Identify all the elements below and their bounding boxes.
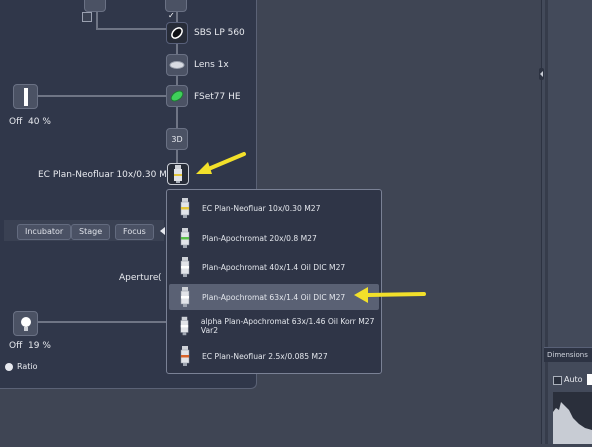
ratio-toggle-icon[interactable] <box>5 363 13 371</box>
filter-set-button[interactable] <box>166 85 188 107</box>
objective-icon <box>180 346 190 366</box>
lamp-icon <box>20 316 31 331</box>
histogram-graph <box>553 402 592 444</box>
objective-menu-item[interactable]: alpha Plan-Apochromat 63x/1.46 Oil Korr … <box>169 313 379 339</box>
objective-menu-item-label: EC Plan-Neofluar 10x/0.30 M27 <box>202 203 321 213</box>
objective-menu-item-label: Plan-Apochromat 63x/1.4 Oil DIC M27 <box>202 292 346 302</box>
objective-dropdown: EC Plan-Neofluar 10x/0.30 M27 Plan-Apochr… <box>166 189 382 374</box>
shutter-top-status: Off 40 % <box>9 117 51 127</box>
shutter-bottom-state: Off <box>9 341 23 351</box>
objective-menu-item-label: Plan-Apochromat 20x/0.8 M27 <box>202 233 317 243</box>
aperture-partial: ( <box>158 273 162 283</box>
light-path-branch <box>34 95 176 97</box>
objective-menu-item[interactable]: Plan-Apochromat 20x/0.8 M27 <box>169 225 379 251</box>
tab-incubator[interactable]: Incubator <box>17 224 72 240</box>
shutter-top-percent: 40 % <box>28 117 51 127</box>
objective-icon <box>180 257 190 277</box>
filter-set-icon <box>170 90 184 102</box>
laser-button[interactable] <box>84 0 106 12</box>
shutter-bottom-percent: 19 % <box>28 341 51 351</box>
auto-label: Auto <box>564 375 583 384</box>
lens-label: Lens 1x <box>194 60 229 70</box>
beam-splitter-label: SBS LP 560 <box>194 28 245 38</box>
objective-menu-item-label: EC Plan-Neofluar 2.5x/0.085 M27 <box>202 351 328 361</box>
pane-splitter[interactable] <box>545 0 548 444</box>
3d-label: 3D <box>171 134 183 144</box>
dimensions-tab[interactable]: Dimensions <box>544 347 592 362</box>
tab-focus[interactable]: Focus <box>115 224 154 240</box>
objective-icon <box>174 165 182 183</box>
beam-splitter-button[interactable] <box>166 22 188 44</box>
objective-menu-item-label: alpha Plan-Apochromat 63x/1.46 Oil Korr … <box>200 317 375 335</box>
objective-label: EC Plan-Neofluar 10x/0.30 M27 <box>38 170 179 180</box>
objective-icon <box>180 198 190 218</box>
3d-button[interactable]: 3D <box>166 128 188 150</box>
ratio-label: Ratio <box>17 362 38 371</box>
objective-icon <box>180 287 190 307</box>
objective-menu-item[interactable]: Plan-Apochromat 40x/1.4 Oil DIC M27 <box>169 254 379 280</box>
objective-menu-item[interactable]: EC Plan-Neofluar 10x/0.30 M27 <box>169 195 379 221</box>
tab-stage[interactable]: Stage <box>71 224 111 240</box>
shutter-top-state: Off <box>9 117 23 127</box>
auto-checkbox[interactable] <box>553 376 562 385</box>
objective-button[interactable] <box>167 163 189 185</box>
auto-field[interactable] <box>587 374 592 385</box>
lens-button[interactable] <box>166 54 188 76</box>
beam-splitter-icon <box>171 27 183 39</box>
light-path-branch <box>97 28 177 30</box>
objective-menu-item[interactable]: EC Plan-Neofluar 2.5x/0.085 M27 <box>169 343 379 369</box>
histogram-panel <box>553 392 592 444</box>
laser-checkbox[interactable] <box>82 12 92 22</box>
filter-set-label: FSet77 HE <box>194 92 241 102</box>
shutter-bottom-status: Off 19 % <box>9 341 51 351</box>
detector-checkbox[interactable]: ✓ <box>168 12 176 20</box>
objective-icon <box>180 228 190 248</box>
objective-menu-item-label: Plan-Apochromat 40x/1.4 Oil DIC M27 <box>202 262 346 272</box>
objective-menu-item[interactable]: Plan-Apochromat 63x/1.4 Oil DIC M27 <box>169 284 379 310</box>
collapse-arrow-icon[interactable] <box>540 71 543 77</box>
shutter-icon <box>23 87 28 106</box>
objective-icon <box>180 316 189 336</box>
shutter-top-button[interactable] <box>13 84 38 109</box>
aperture-label: Aperture <box>119 273 159 283</box>
lamp-button[interactable] <box>13 311 38 336</box>
tab-scroll-left-icon[interactable] <box>160 227 165 235</box>
lens-icon <box>169 61 185 69</box>
